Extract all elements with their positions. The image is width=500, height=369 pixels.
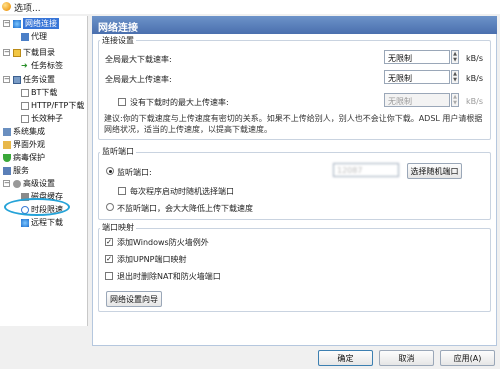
no-task-upload-input[interactable]: 无限制 <box>384 93 450 107</box>
connection-group-title: 连接设置 <box>100 35 136 46</box>
proxy-icon <box>21 32 29 41</box>
tree-item-network[interactable]: 网络连接 <box>13 18 59 29</box>
task-icon <box>13 75 21 84</box>
settings-tree: − 网络连接 代理 − 下载目录 ➜ 任务标签 − 任务设置 BT下载 HTTP… <box>0 16 88 326</box>
no-task-upload-spinner[interactable]: ▲ ▼ <box>451 93 459 107</box>
collapse-icon[interactable]: − <box>3 49 10 56</box>
network-wizard-button[interactable]: 网络设置向导 <box>106 291 162 307</box>
remove-on-exit-label: 退出时删除NAT和防火墙端口 <box>117 272 221 281</box>
page-icon <box>21 88 29 97</box>
highlight-ellipse <box>4 198 70 216</box>
system-icon <box>3 127 11 136</box>
appearance-icon <box>3 140 11 149</box>
random-port-button[interactable]: 选择随机端口 <box>407 163 462 179</box>
collapse-icon[interactable]: − <box>3 20 10 27</box>
tree-item-service[interactable]: 服务 <box>3 165 29 176</box>
firewall-label: 添加Windows防火墙例外 <box>117 238 209 247</box>
panel-title: 网络连接 <box>92 16 497 34</box>
listen-group-title: 监听端口 <box>100 146 136 157</box>
no-task-upload-checkbox[interactable] <box>118 98 126 106</box>
tree-item-advanced[interactable]: 高级设置 <box>13 178 55 189</box>
tree-item-virus[interactable]: 病毒保护 <box>3 152 45 163</box>
ok-button[interactable]: 确定 <box>318 350 373 366</box>
port-input[interactable]: 12087 <box>333 163 399 177</box>
cancel-button[interactable]: 取消 <box>379 350 434 366</box>
tree-item-proxy[interactable]: 代理 <box>21 31 47 42</box>
title-bar <box>0 0 500 14</box>
speed-hint: 建议:你的下载速度与上传速度有密切的关系。如果不上传给别人，别人也不会让你下载。… <box>104 114 483 134</box>
collapse-icon[interactable]: − <box>3 76 10 83</box>
no-listen-label: 不监听端口，会大大降低上传下载速度 <box>117 204 253 213</box>
app-icon <box>2 2 11 11</box>
gear-icon <box>13 179 21 188</box>
tree-item-download-dir[interactable]: 下载目录 <box>13 47 55 58</box>
tree-item-bt[interactable]: BT下载 <box>21 87 57 98</box>
upnp-label: 添加UPNP端口映射 <box>117 255 187 264</box>
max-upload-unit: kB/s <box>466 74 483 83</box>
page-icon <box>21 114 29 123</box>
firewall-checkbox[interactable]: ✓ <box>105 238 113 246</box>
max-upload-spinner[interactable]: ▲ ▼ <box>451 70 459 84</box>
tree-item-appearance[interactable]: 界面外观 <box>3 139 45 150</box>
globe-icon <box>21 218 29 227</box>
tree-item-system[interactable]: 系统集成 <box>3 126 45 137</box>
max-download-input[interactable]: 无限制 <box>384 50 450 64</box>
no-task-upload-unit: kB/s <box>466 97 483 106</box>
max-upload-input[interactable]: 无限制 <box>384 70 450 84</box>
max-download-unit: kB/s <box>466 54 483 63</box>
service-icon <box>3 166 11 175</box>
random-port-label: 每次程序启动时随机选择端口 <box>130 187 234 196</box>
collapse-icon[interactable]: − <box>3 180 10 187</box>
tree-item-task-settings[interactable]: 任务设置 <box>13 74 55 85</box>
upnp-checkbox[interactable]: ✓ <box>105 255 113 263</box>
remove-on-exit-checkbox[interactable] <box>105 272 113 280</box>
window-title: 选项... <box>14 4 41 14</box>
tree-item-remote[interactable]: 远程下载 <box>21 217 63 228</box>
tree-item-task-tags[interactable]: ➜ 任务标签 <box>21 60 63 71</box>
no-listen-radio[interactable] <box>106 203 114 211</box>
mapping-group-title: 端口映射 <box>100 222 136 233</box>
shield-icon <box>3 153 11 162</box>
max-upload-label: 全局最大上传速率: <box>105 75 172 84</box>
listen-port-radio[interactable] <box>106 167 114 175</box>
random-port-checkbox[interactable] <box>118 187 126 195</box>
arrow-icon: ➜ <box>21 60 28 70</box>
tree-item-long-seed[interactable]: 长效种子 <box>21 113 63 124</box>
no-task-upload-label: 没有下载时的最大上传速率: <box>130 98 229 107</box>
max-download-label: 全局最大下载速率: <box>105 55 172 64</box>
tree-item-http-ftp[interactable]: HTTP/FTP下载 <box>21 100 84 111</box>
page-icon <box>21 101 29 110</box>
max-download-spinner[interactable]: ▲ ▼ <box>451 50 459 64</box>
folder-icon <box>13 48 21 57</box>
apply-button[interactable]: 应用(A) <box>440 350 495 366</box>
listen-port-label: 监听端口: <box>117 168 152 177</box>
globe-icon <box>13 19 21 28</box>
